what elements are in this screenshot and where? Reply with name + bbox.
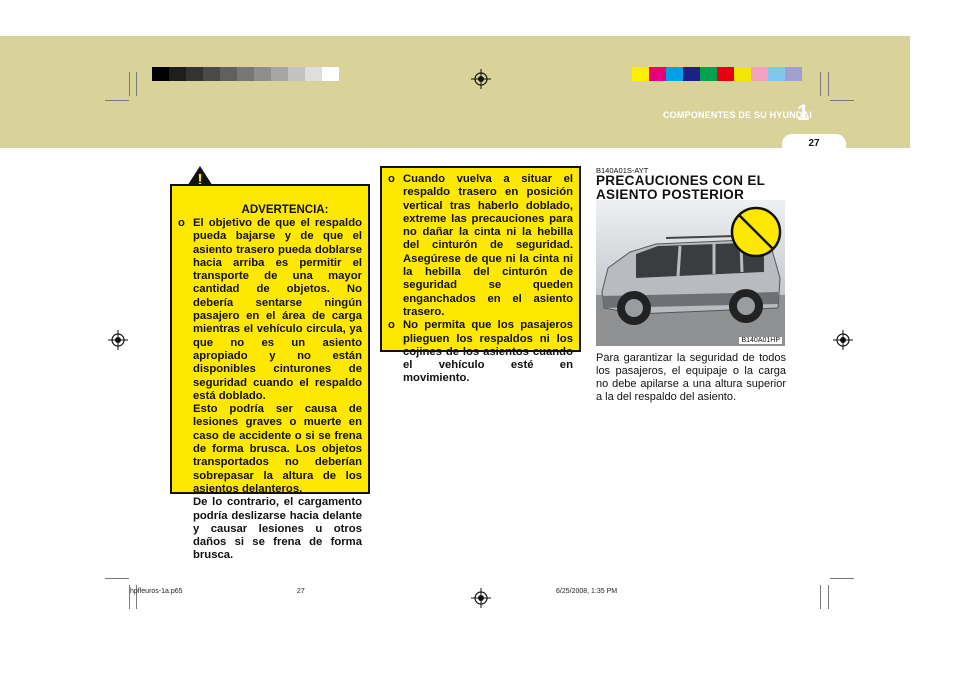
warning-text-2: Esto podría ser causa de lesiones graves… [193,403,362,495]
color-swatch [734,67,751,81]
section-heading: PRECAUCIONES CON EL ASIENTO POSTERIOR [596,173,765,202]
no-symbol-icon [730,206,782,258]
color-swatch [683,67,700,81]
caution-text: No permita que los pasajeros plieguen lo… [403,319,573,385]
manual-page: COMPONENTES DE SU HYUNDAI 1 27 ! ADVERTE… [0,0,960,678]
caution-item: o Cuando vuelva a situar el respaldo tra… [388,173,573,319]
crop-mark [830,100,854,101]
color-swatch [220,67,237,81]
footer-file: hpfleuros-1a.p65 [130,588,183,595]
page-number: 27 [808,138,820,149]
warning-text: El objetivo de que el respaldo pueda baj… [193,217,362,402]
caution-text: Cuando vuelva a situar el respaldo trase… [403,173,573,318]
color-swatch [785,67,802,81]
bullet: o [388,173,395,185]
color-swatch [700,67,717,81]
chapter-number: 1 [797,100,810,125]
color-swatch [666,67,683,81]
color-swatch [254,67,271,81]
caution-item: o No permita que los pasajeros plieguen … [388,319,573,385]
bullet: o [388,319,395,332]
crop-mark [820,72,821,96]
color-swatch [322,67,339,81]
color-swatch [203,67,220,81]
color-swatch [288,67,305,81]
crop-mark [820,585,821,609]
color-swatch [169,67,186,81]
footer-page: 27 [297,588,305,595]
crop-mark [105,578,129,579]
crop-mark [828,72,829,96]
caution-box: o Cuando vuelva a situar el respaldo tra… [380,166,581,384]
gray-calibration-bar [152,67,339,81]
section-body: Para garantizar la seguridad de todos lo… [596,352,786,403]
color-calibration-bar [632,67,802,81]
bullet: o [178,217,185,229]
crop-mark [136,72,137,96]
warning-box: ADVERTENCIA: o El objetivo de que el res… [170,184,370,561]
suv-illustration [596,206,785,346]
figure-code: B140A01HP [739,337,782,344]
warning-title: ADVERTENCIA: [241,204,329,216]
color-swatch [751,67,768,81]
footer-datetime: 6/25/2008, 1:35 PM [556,588,618,595]
registration-mark-icon [471,69,491,89]
warning-text-3: De lo contrario, el cargamento podría de… [193,496,362,562]
crop-mark [105,100,129,101]
crop-mark [828,585,829,609]
registration-mark-icon [833,330,853,350]
crop-mark [129,72,130,96]
registration-mark-icon [471,588,491,608]
color-swatch [237,67,254,81]
color-swatch [632,67,649,81]
crop-mark [830,578,854,579]
chapter-title: COMPONENTES DE SU HYUNDAI [662,110,812,120]
color-swatch [768,67,785,81]
color-swatch [649,67,666,81]
color-swatch [271,67,288,81]
registration-mark-icon [108,330,128,350]
warning-item: o El objetivo de que el respaldo pueda b… [178,217,362,563]
color-swatch [152,67,169,81]
color-swatch [305,67,322,81]
vehicle-figure: B140A01HP [596,200,785,346]
color-swatch [186,67,203,81]
color-swatch [717,67,734,81]
